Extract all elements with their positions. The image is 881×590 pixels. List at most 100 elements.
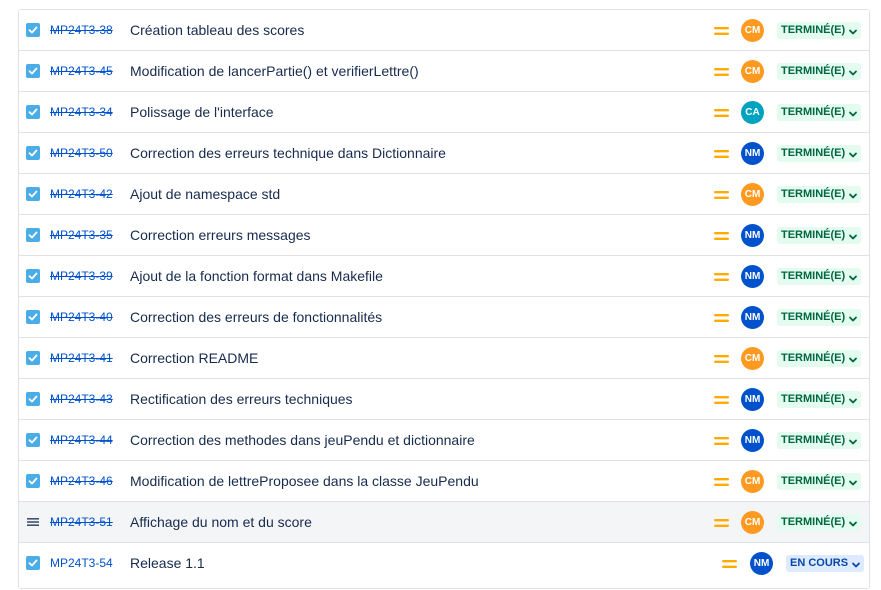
issue-summary[interactable]: Polissage de l'interface (130, 103, 274, 121)
task-checkbox-icon[interactable] (26, 269, 40, 283)
status-label: TERMINÉ(E) (781, 352, 846, 364)
chevron-down-icon (848, 313, 858, 323)
status-label: TERMINÉ(E) (781, 188, 846, 200)
issue-key-link[interactable]: MP24T3-40 (50, 309, 113, 325)
issue-summary[interactable]: Correction des erreurs de fonctionnalité… (130, 308, 382, 326)
task-checkbox-icon[interactable] (26, 105, 40, 119)
task-checkbox-icon[interactable] (26, 556, 40, 570)
priority-medium-icon (714, 311, 729, 323)
assignee-avatar[interactable]: CM (741, 470, 764, 493)
issue-row[interactable]: MP24T3-45 Modification de lancerPartie() … (19, 51, 869, 92)
task-checkbox-icon[interactable] (26, 392, 40, 406)
issue-row[interactable]: MP24T3-46 Modification de lettreProposee … (19, 461, 869, 502)
task-checkbox-icon[interactable] (26, 64, 40, 78)
issue-row[interactable]: MP24T3-40 Correction des erreurs de fonct… (19, 297, 869, 338)
issue-row[interactable]: MP24T3-35 Correction erreurs messages NM TE… (19, 215, 869, 256)
issue-summary[interactable]: Affichage du nom et du score (130, 513, 312, 531)
issue-key-link[interactable]: MP24T3-42 (50, 186, 113, 202)
chevron-down-icon (848, 395, 858, 405)
issue-key-link[interactable]: MP24T3-46 (50, 473, 113, 489)
issue-row[interactable]: MP24T3-38 Création tableau des scores CM TE… (19, 10, 869, 51)
priority-medium-icon (714, 393, 729, 405)
issue-row[interactable]: MP24T3-54 Release 1.1 NM EN COURS (19, 543, 869, 584)
issue-summary[interactable]: Correction erreurs messages (130, 226, 311, 244)
issue-key-link[interactable]: MP24T3-44 (50, 432, 113, 448)
issue-key-link[interactable]: MP24T3-38 (50, 22, 113, 38)
issue-key-link[interactable]: MP24T3-39 (50, 268, 113, 284)
task-checkbox-icon[interactable] (26, 228, 40, 242)
status-label: TERMINÉ(E) (781, 24, 846, 36)
assignee-avatar[interactable]: CM (741, 60, 764, 83)
status-dropdown[interactable]: TERMINÉ(E) (777, 22, 862, 39)
issue-key-link[interactable]: MP24T3-43 (50, 391, 113, 407)
assignee-avatar[interactable]: NM (750, 552, 773, 575)
status-dropdown[interactable]: TERMINÉ(E) (777, 268, 862, 285)
issue-summary[interactable]: Rectification des erreurs techniques (130, 390, 353, 408)
priority-medium-icon (714, 434, 729, 446)
chevron-down-icon (848, 149, 858, 159)
issue-row[interactable]: MP24T3-43 Rectification des erreurs techn… (19, 379, 869, 420)
task-checkbox-icon[interactable] (26, 187, 40, 201)
assignee-avatar[interactable]: NM (741, 388, 764, 411)
status-dropdown[interactable]: TERMINÉ(E) (777, 104, 862, 121)
issue-row[interactable]: MP24T3-44 Correction des methodes dans je… (19, 420, 869, 461)
status-dropdown[interactable]: TERMINÉ(E) (777, 145, 862, 162)
issue-key-link[interactable]: MP24T3-34 (50, 104, 113, 120)
assignee-avatar[interactable]: CA (741, 101, 764, 124)
task-checkbox-icon[interactable] (26, 310, 40, 324)
assignee-avatar[interactable]: NM (741, 265, 764, 288)
drag-handle-icon[interactable] (26, 515, 40, 529)
issue-summary[interactable]: Modification de lettreProposee dans la c… (130, 472, 479, 490)
status-dropdown[interactable]: TERMINÉ(E) (777, 432, 862, 449)
issue-row[interactable]: MP24T3-34 Polissage de l'interface CA TERMI… (19, 92, 869, 133)
issue-summary[interactable]: Release 1.1 (130, 554, 205, 572)
status-dropdown[interactable]: EN COURS (786, 555, 865, 572)
chevron-down-icon (848, 190, 858, 200)
issue-row[interactable]: MP24T3-51 Affichage du nom et du score CM T… (19, 502, 869, 543)
status-dropdown[interactable]: TERMINÉ(E) (777, 186, 862, 203)
assignee-avatar[interactable]: NM (741, 224, 764, 247)
issue-row[interactable]: MP24T3-41 Correction README CM TERMINÉ(E) (19, 338, 869, 379)
assignee-avatar[interactable]: CM (741, 511, 764, 534)
issue-summary[interactable]: Ajout de la fonction format dans Makefil… (130, 267, 383, 285)
issue-key-link[interactable]: MP24T3-54 (50, 555, 113, 571)
status-dropdown[interactable]: TERMINÉ(E) (777, 473, 862, 490)
assignee-avatar[interactable]: CM (741, 19, 764, 42)
status-dropdown[interactable]: TERMINÉ(E) (777, 309, 862, 326)
issue-key-link[interactable]: MP24T3-50 (50, 145, 113, 161)
issue-key-link[interactable]: MP24T3-51 (50, 514, 113, 530)
chevron-down-icon (848, 272, 858, 282)
issue-summary[interactable]: Correction README (130, 349, 258, 367)
issue-summary[interactable]: Création tableau des scores (130, 21, 304, 39)
issue-summary[interactable]: Correction des erreurs technique dans Di… (130, 144, 446, 162)
issue-summary[interactable]: Correction des methodes dans jeuPendu et… (130, 431, 475, 449)
status-dropdown[interactable]: TERMINÉ(E) (777, 514, 862, 531)
issue-summary[interactable]: Ajout de namespace std (130, 185, 280, 203)
issue-key-link[interactable]: MP24T3-35 (50, 227, 113, 243)
status-dropdown[interactable]: TERMINÉ(E) (777, 350, 862, 367)
status-dropdown[interactable]: TERMINÉ(E) (777, 63, 862, 80)
assignee-avatar[interactable]: CM (741, 183, 764, 206)
assignee-avatar[interactable]: NM (741, 142, 764, 165)
assignee-avatar[interactable]: NM (741, 429, 764, 452)
task-checkbox-icon[interactable] (26, 433, 40, 447)
priority-medium-icon (714, 475, 729, 487)
issue-key-link[interactable]: MP24T3-41 (50, 350, 113, 366)
priority-medium-icon (714, 106, 729, 118)
issue-list: MP24T3-38 Création tableau des scores CM TE… (18, 9, 870, 589)
issue-key-link[interactable]: MP24T3-45 (50, 63, 113, 79)
priority-medium-icon (714, 516, 729, 528)
issue-row[interactable]: MP24T3-42 Ajout de namespace std CM TERMINÉ… (19, 174, 869, 215)
task-checkbox-icon[interactable] (26, 474, 40, 488)
task-checkbox-icon[interactable] (26, 23, 40, 37)
issue-row[interactable]: MP24T3-39 Ajout de la fonction format dan… (19, 256, 869, 297)
task-checkbox-icon[interactable] (26, 351, 40, 365)
status-dropdown[interactable]: TERMINÉ(E) (777, 391, 862, 408)
issue-row[interactable]: MP24T3-50 Correction des erreurs techniqu… (19, 133, 869, 174)
priority-medium-icon (714, 24, 729, 36)
status-dropdown[interactable]: TERMINÉ(E) (777, 227, 862, 244)
task-checkbox-icon[interactable] (26, 146, 40, 160)
assignee-avatar[interactable]: CM (741, 347, 764, 370)
assignee-avatar[interactable]: NM (741, 306, 764, 329)
issue-summary[interactable]: Modification de lancerPartie() et verifi… (130, 62, 419, 80)
